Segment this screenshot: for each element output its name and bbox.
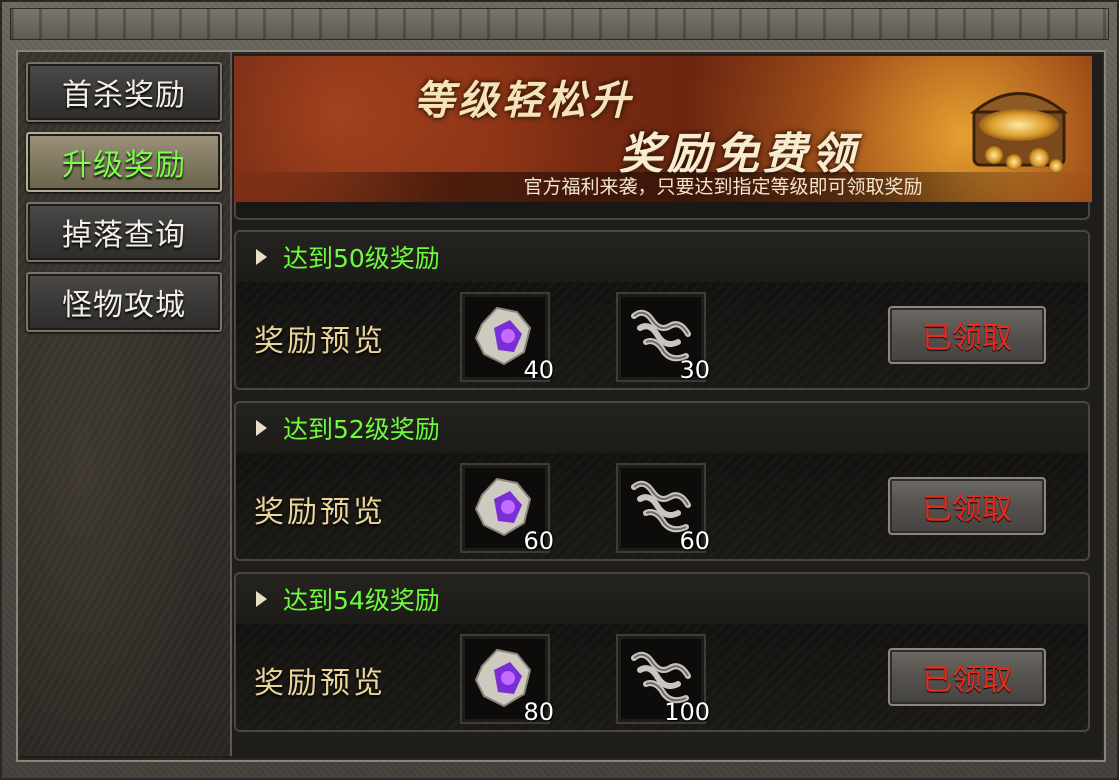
- item-quantity: 80: [523, 698, 554, 726]
- item-quantity: 100: [664, 698, 710, 726]
- list-item-partial: [234, 202, 1090, 220]
- tab-level-up-rewards[interactable]: 升级奖励: [26, 132, 222, 192]
- item-quantity: 30: [679, 356, 710, 384]
- reward-title: 达到50级奖励: [283, 244, 440, 273]
- list-item: 达到50级奖励 奖励预览 40 30 已领取: [234, 230, 1090, 390]
- list-item: 达到52级奖励 奖励预览 60 60 已领取: [234, 401, 1090, 561]
- reward-header: 达到50级奖励: [236, 232, 1088, 283]
- item-quantity: 60: [523, 527, 554, 555]
- banner-subtitle: 官方福利来袭，只要达到指定等级即可领取奖励: [234, 172, 1092, 202]
- preview-label: 奖励预览: [254, 324, 386, 359]
- reward-list[interactable]: 达到50级奖励 奖励预览 40 30 已领取 达到52级奖励 奖励预览 60 6…: [234, 202, 1092, 756]
- item-slot[interactable]: 80: [460, 634, 554, 726]
- triangle-right-icon: [256, 249, 267, 265]
- item-slot[interactable]: 60: [616, 463, 710, 555]
- reward-header: 达到54级奖励: [236, 574, 1088, 625]
- item-slot[interactable]: 60: [460, 463, 554, 555]
- triangle-right-icon: [256, 591, 267, 607]
- reward-title: 达到54级奖励: [283, 586, 440, 615]
- sidebar: 首杀奖励 升级奖励 掉落查询 怪物攻城: [18, 52, 232, 756]
- claimed-button[interactable]: 已领取: [888, 477, 1046, 535]
- tab-monster-siege[interactable]: 怪物攻城: [26, 272, 222, 332]
- tab-drop-query[interactable]: 掉落查询: [26, 202, 222, 262]
- item-slot[interactable]: 40: [460, 292, 554, 384]
- item-quantity: 40: [523, 356, 554, 384]
- treasure-chest-icon: [969, 92, 1069, 173]
- claimed-button[interactable]: 已领取: [888, 648, 1046, 706]
- promo-banner: 等级轻松升 奖励免费领 官方福利来袭，只要达到指定等级即可领取奖励: [234, 56, 1092, 203]
- triangle-right-icon: [256, 420, 267, 436]
- tab-first-kill-rewards[interactable]: 首杀奖励: [26, 62, 222, 122]
- item-slot[interactable]: 30: [616, 292, 710, 384]
- reward-title: 达到52级奖励: [283, 415, 440, 444]
- banner-headline-1: 等级轻松升: [414, 77, 634, 124]
- preview-label: 奖励预览: [254, 666, 386, 701]
- decorative-border: [10, 8, 1109, 40]
- claimed-button[interactable]: 已领取: [888, 306, 1046, 364]
- list-item: 达到54级奖励 奖励预览 80 100 已领取: [234, 572, 1090, 732]
- reward-header: 达到52级奖励: [236, 403, 1088, 454]
- item-quantity: 60: [679, 527, 710, 555]
- item-slot[interactable]: 100: [616, 634, 710, 726]
- preview-label: 奖励预览: [254, 495, 386, 530]
